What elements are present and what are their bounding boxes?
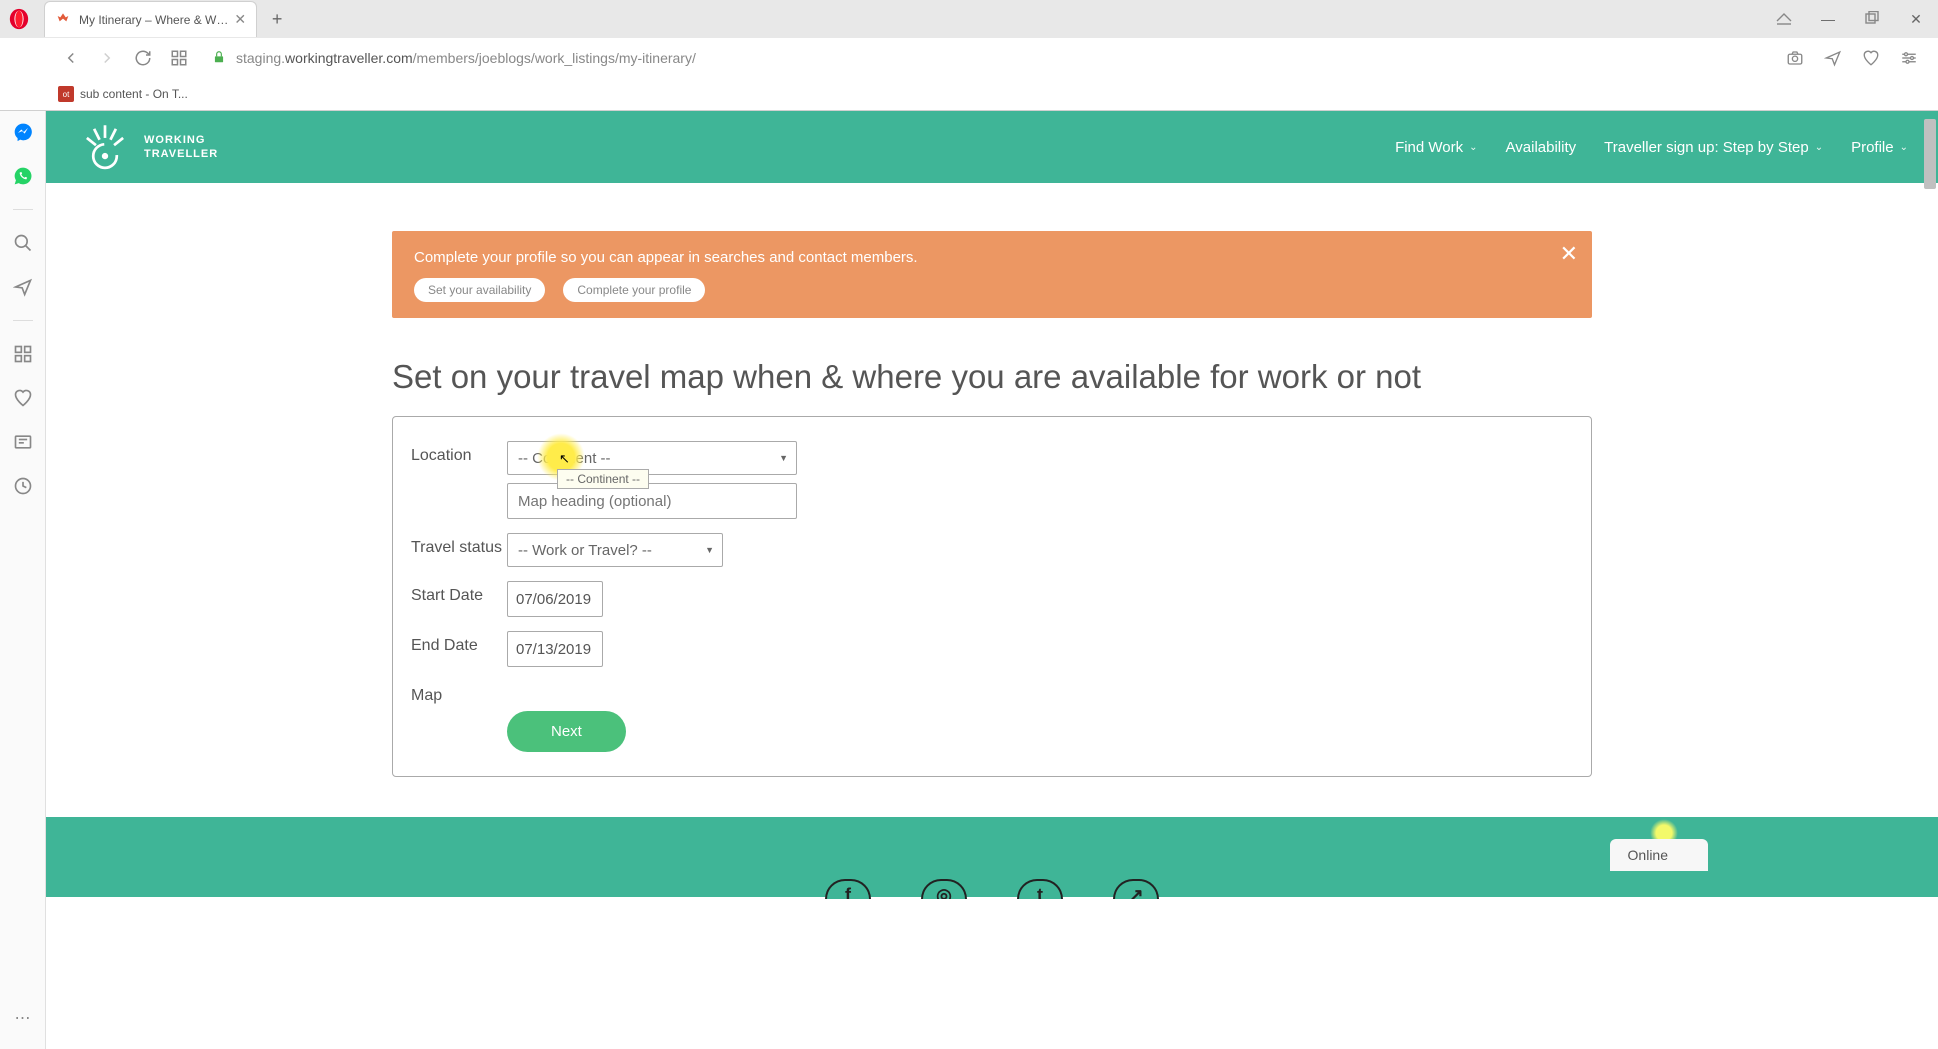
next-button[interactable]: Next <box>507 711 626 752</box>
nav-availability[interactable]: Availability <box>1506 139 1577 156</box>
alert-close-icon[interactable]: ✕ <box>1560 241 1578 267</box>
travel-status-label: Travel status <box>411 533 507 557</box>
end-date-label: End Date <box>411 631 507 655</box>
nav-profile[interactable]: Profile⌄ <box>1851 139 1908 156</box>
itinerary-form: Location ↖ -- Continent -- -- Continent … <box>392 416 1592 777</box>
chevron-down-icon: ⌄ <box>1469 142 1477 153</box>
logo-text: WORKING TRAVELLER <box>144 133 218 162</box>
main-nav: Find Work⌄ Availability Traveller sign u… <box>1395 139 1908 156</box>
forward-button[interactable] <box>96 47 118 69</box>
chevron-down-icon: ⌄ <box>1900 142 1908 153</box>
window-controls: ― ✕ <box>1772 11 1938 28</box>
map-label: Map <box>411 681 507 705</box>
bookmark-favicon-icon: ot <box>58 86 74 102</box>
extensions-icon[interactable] <box>12 343 34 365</box>
logo-icon <box>76 118 134 176</box>
profile-alert: Complete your profile so you can appear … <box>392 231 1592 318</box>
speed-dial-icon[interactable] <box>168 47 190 69</box>
browser-sidebar: ⋯ <box>0 111 46 1049</box>
bookmark-bar: ot sub content - On T... <box>0 78 1938 110</box>
alert-text: Complete your profile so you can appear … <box>414 249 1570 266</box>
opera-logo[interactable] <box>4 4 34 34</box>
nav-find-work[interactable]: Find Work⌄ <box>1395 139 1477 156</box>
page-content: WORKING TRAVELLER Find Work⌄ Availabilit… <box>46 111 1938 1049</box>
share-icon[interactable]: ↗ <box>1113 879 1159 899</box>
browser-chrome: My Itinerary – Where & W… ✕ + ― ✕ stagin… <box>0 0 1938 111</box>
map-heading-input[interactable] <box>507 483 797 519</box>
facebook-icon[interactable]: f <box>825 879 871 899</box>
bookmarks-icon[interactable] <box>12 387 34 409</box>
messenger-icon[interactable] <box>12 121 34 143</box>
chevron-down-icon: ⌄ <box>1815 142 1823 153</box>
online-status-badge[interactable]: Online <box>1610 839 1708 871</box>
nav-signup[interactable]: Traveller sign up: Step by Step⌄ <box>1604 139 1823 156</box>
maximize-button[interactable] <box>1860 11 1884 28</box>
downloads-icon[interactable] <box>1772 11 1796 28</box>
continent-tooltip: -- Continent -- <box>557 469 649 489</box>
close-window-button[interactable]: ✕ <box>1904 11 1928 28</box>
tab-close-icon[interactable]: ✕ <box>234 11 246 28</box>
start-date-label: Start Date <box>411 581 507 605</box>
news-icon[interactable] <box>12 431 34 453</box>
start-date-input[interactable] <box>507 581 603 617</box>
flow-icon[interactable] <box>12 276 34 298</box>
bookmark-label: sub content - On T... <box>80 87 188 101</box>
address-bar: staging.workingtraveller.com/members/joe… <box>0 38 1938 78</box>
snapshot-icon[interactable] <box>1784 47 1806 69</box>
site-header: WORKING TRAVELLER Find Work⌄ Availabilit… <box>46 111 1938 183</box>
sidebar-more-icon[interactable]: ⋯ <box>12 1007 34 1029</box>
reload-button[interactable] <box>132 47 154 69</box>
url-text: staging.workingtraveller.com/members/joe… <box>236 50 696 66</box>
continent-select[interactable]: -- Continent -- <box>507 441 797 475</box>
complete-profile-button[interactable]: Complete your profile <box>563 278 705 302</box>
back-button[interactable] <box>60 47 82 69</box>
new-tab-button[interactable]: + <box>263 5 291 33</box>
site-logo[interactable]: WORKING TRAVELLER <box>76 118 218 176</box>
twitter-icon[interactable]: t <box>1017 879 1063 899</box>
whatsapp-icon[interactable] <box>12 165 34 187</box>
tab-bar: My Itinerary – Where & W… ✕ + ― ✕ <box>0 0 1938 38</box>
tab-title: My Itinerary – Where & W… <box>79 13 228 27</box>
send-icon[interactable] <box>1822 47 1844 69</box>
heart-icon[interactable] <box>1860 47 1882 69</box>
menu-icon[interactable] <box>1898 47 1920 69</box>
search-icon[interactable] <box>12 232 34 254</box>
social-links: f ◎ t ↗ <box>825 879 1159 899</box>
travel-status-select[interactable]: -- Work or Travel? -- <box>507 533 723 567</box>
instagram-icon[interactable]: ◎ <box>921 879 967 899</box>
scrollbar-thumb[interactable] <box>1924 119 1936 189</box>
browser-tab[interactable]: My Itinerary – Where & W… ✕ <box>44 1 257 37</box>
bookmark-item[interactable]: ot sub content - On T... <box>54 84 192 104</box>
url-field[interactable]: staging.workingtraveller.com/members/joe… <box>204 50 1770 67</box>
site-footer: f ◎ t ↗ Online <box>46 817 1938 897</box>
location-label: Location <box>411 441 507 465</box>
minimize-button[interactable]: ― <box>1816 11 1840 27</box>
tab-favicon-icon <box>55 12 71 28</box>
page-heading: Set on your travel map when & where you … <box>392 358 1592 396</box>
history-icon[interactable] <box>12 475 34 497</box>
end-date-input[interactable] <box>507 631 603 667</box>
lock-icon <box>212 50 226 67</box>
set-availability-button[interactable]: Set your availability <box>414 278 545 302</box>
